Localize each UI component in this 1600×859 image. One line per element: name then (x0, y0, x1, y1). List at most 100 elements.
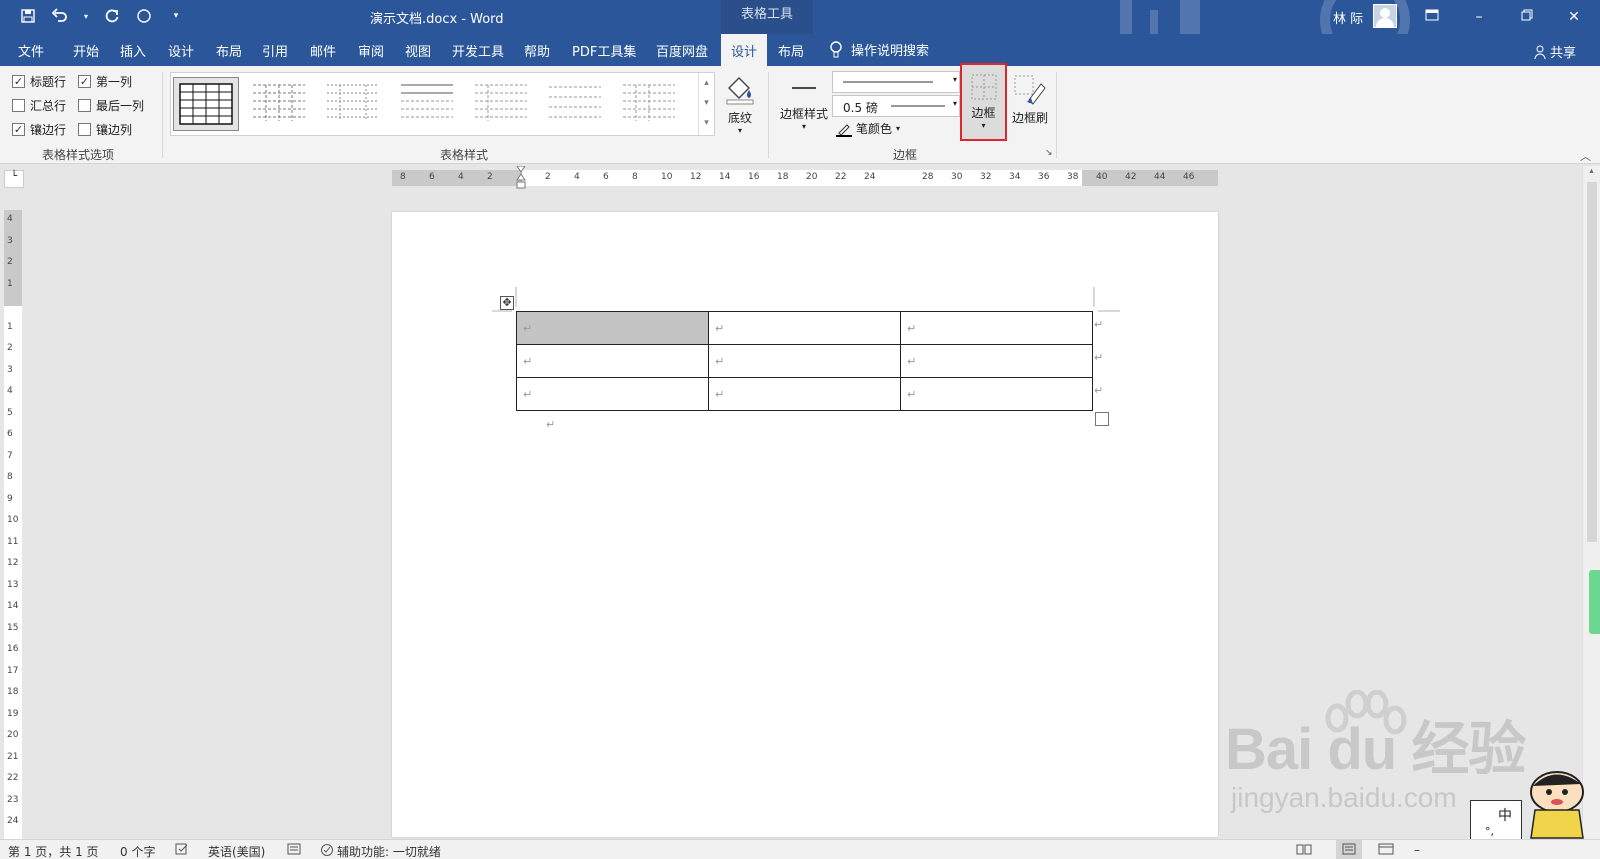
tab-table-design[interactable]: 设计 (721, 34, 768, 66)
vertical-scrollbar[interactable]: ▴ (1582, 166, 1600, 839)
read-mode-icon[interactable] (1296, 843, 1312, 858)
table-style-grid-thumb[interactable] (173, 77, 239, 131)
last-column-checkbox[interactable]: 最后一列 (78, 97, 144, 114)
borders-dialog-launcher-icon[interactable]: ↘ (1045, 148, 1053, 158)
banded-rows-checkbox[interactable]: ✓ 镶边行 (12, 121, 66, 138)
tab-selector[interactable]: └ (4, 170, 24, 188)
table-cell[interactable]: ↵ (708, 311, 901, 345)
page-count[interactable]: 第 1 页，共 1 页 (8, 843, 99, 859)
share-button[interactable]: 共享 (1534, 42, 1576, 61)
customize-icon[interactable]: ▾ (166, 6, 186, 26)
title-bar: ▾ ▾ 演示文档.docx - Word 表格工具 林 际 – ✕ (0, 0, 1600, 66)
banded-columns-checkbox[interactable]: 镶边列 (78, 121, 132, 138)
table-cell[interactable]: ↵ (708, 377, 901, 411)
accessibility-icon[interactable] (320, 843, 334, 859)
table-style-plain-6-thumb[interactable] (617, 77, 683, 131)
pen-weight-combo[interactable]: 0.5 磅 ▾ (832, 95, 960, 117)
pen-color-button[interactable]: 笔颜色 ▾ (836, 120, 900, 137)
pen-weight-value: 0.5 磅 (843, 101, 878, 115)
user-name[interactable]: 林 际 (1333, 8, 1363, 27)
gallery-more-icon[interactable]: ▾ (699, 113, 714, 133)
tab-file[interactable]: 文件 (18, 41, 44, 60)
table-style-plain-2-thumb[interactable] (321, 77, 387, 131)
zoom-out-icon[interactable]: – (1414, 843, 1420, 857)
ruler-number: 20 (806, 172, 818, 182)
redo-icon[interactable] (102, 6, 122, 26)
table-cell[interactable]: ↵ (900, 377, 1093, 411)
close-icon[interactable]: ✕ (1563, 6, 1585, 28)
header-row-checkbox[interactable]: ✓ 标题行 (12, 73, 66, 90)
vertical-ruler-number: 1 (7, 321, 13, 332)
tab-review[interactable]: 审阅 (358, 41, 384, 60)
save-icon[interactable] (18, 6, 38, 26)
tab-developer[interactable]: 开发工具 (452, 41, 504, 60)
indent-marker-icon[interactable] (516, 166, 526, 190)
table-resize-handle[interactable] (1095, 412, 1109, 426)
scroll-up-icon[interactable]: ▴ (1583, 166, 1600, 175)
tab-mailings[interactable]: 邮件 (310, 41, 336, 60)
accessibility-status[interactable]: 辅助功能: 一切就绪 (337, 843, 441, 859)
web-layout-icon[interactable] (1378, 843, 1394, 858)
word-count[interactable]: 0 个字 (120, 843, 155, 859)
tab-layout[interactable]: 布局 (216, 41, 242, 60)
tab-home[interactable]: 开始 (73, 41, 99, 60)
table-styles-gallery[interactable]: ▴ ▾ ▾ (170, 72, 715, 136)
ruler-number: 42 (1125, 172, 1137, 182)
shading-button[interactable]: 底纹 ▾ (720, 72, 760, 135)
restore-icon[interactable] (1516, 6, 1538, 28)
vertical-ruler-number: 7 (7, 450, 13, 461)
tell-me-search[interactable]: 操作说明搜索 (829, 40, 929, 59)
ribbon-display-options-icon[interactable] (1421, 6, 1443, 28)
gallery-scroll[interactable]: ▴ ▾ ▾ (698, 73, 714, 135)
table-cell[interactable]: ↵ (708, 344, 901, 378)
undo-dropdown-icon[interactable]: ▾ (82, 6, 90, 26)
border-styles-button[interactable]: 边框样式 ▾ (776, 72, 832, 131)
gallery-down-icon[interactable]: ▾ (699, 93, 714, 113)
document-table[interactable]: ↵ ↵ ↵ ↵ ↵ ↵ ↵ ↵ ↵ (516, 311, 1093, 411)
minimize-icon[interactable]: – (1468, 6, 1490, 28)
proofing-icon[interactable] (175, 843, 189, 858)
tab-pdf-tools[interactable]: PDF工具集 (572, 41, 636, 60)
avatar[interactable] (1373, 4, 1397, 28)
border-painter-button[interactable]: 边框刷 (1008, 72, 1052, 126)
tab-table-layout[interactable]: 布局 (778, 41, 804, 60)
table-cell[interactable]: ↵ (900, 311, 1093, 345)
last-column-check (78, 99, 91, 112)
table-move-handle-icon[interactable]: ✥ (500, 296, 514, 310)
table-cell[interactable]: ↵ (516, 311, 709, 345)
gallery-up-icon[interactable]: ▴ (699, 73, 714, 93)
language-status[interactable]: 英语(美国) (208, 843, 265, 859)
borders-button[interactable]: 边框 ▾ (960, 63, 1007, 141)
tab-design[interactable]: 设计 (168, 41, 194, 60)
first-column-checkbox[interactable]: ✓ 第一列 (78, 73, 132, 90)
tab-baidu-netdisk[interactable]: 百度网盘 (656, 41, 708, 60)
table-cell[interactable]: ↵ (516, 344, 709, 378)
touch-mode-icon[interactable] (134, 6, 154, 26)
table-style-plain-1-thumb[interactable] (247, 77, 313, 131)
side-panel-tab[interactable] (1589, 570, 1600, 634)
collapse-ribbon-icon[interactable]: ︿ (1580, 148, 1591, 164)
macro-icon[interactable] (287, 843, 301, 858)
undo-icon[interactable] (50, 6, 70, 26)
border-painter-label: 边框刷 (1011, 111, 1048, 125)
table-cell[interactable]: ↵ (900, 344, 1093, 378)
print-layout-icon[interactable] (1336, 840, 1362, 859)
line-style-dropdown-icon[interactable]: ▾ (953, 75, 957, 84)
vertical-ruler-number: 2 (7, 343, 13, 353)
line-style-combo[interactable]: ▾ (832, 71, 960, 93)
tab-help[interactable]: 帮助 (524, 41, 550, 60)
scroll-thumb[interactable] (1587, 182, 1597, 542)
table-style-plain-5-thumb[interactable] (543, 77, 609, 131)
horizontal-ruler[interactable]: 8 6 4 2 2 4 6 8 10 12 14 16 18 20 22 24 28 30 32 34 36 38 40 42… (392, 166, 1218, 189)
ruler-number: 24 (864, 172, 876, 182)
table-style-plain-3-thumb[interactable] (395, 77, 461, 131)
total-row-checkbox[interactable]: 汇总行 (12, 97, 66, 114)
tab-insert[interactable]: 插入 (120, 41, 146, 60)
document-page[interactable]: ✥ ↵ ↵ ↵ ↵ ↵ ↵ ↵ ↵ ↵ ↵ ↵ ↵ ↵ (392, 212, 1218, 837)
tab-references[interactable]: 引用 (262, 41, 288, 60)
pen-weight-dropdown-icon[interactable]: ▾ (953, 99, 957, 108)
table-style-plain-4-thumb[interactable] (469, 77, 535, 131)
vertical-ruler[interactable]: 4 3 2 1 1 2 3 4 5 6 7 8 9 10 11 12 13 14 15 16 17 18 19 20 21 22 2… (4, 210, 22, 840)
table-cell[interactable]: ↵ (516, 377, 709, 411)
tab-view[interactable]: 视图 (405, 41, 431, 60)
